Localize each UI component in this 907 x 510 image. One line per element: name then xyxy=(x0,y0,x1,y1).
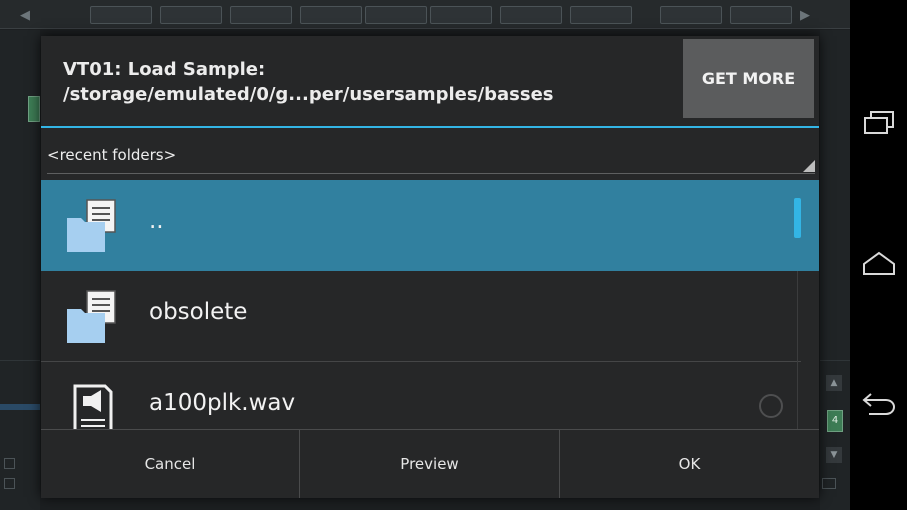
bg-label xyxy=(822,478,836,489)
bg-control xyxy=(365,6,427,24)
bg-control xyxy=(570,6,632,24)
dialog-header: VT01: Load Sample: /storage/emulated/0/g… xyxy=(41,36,819,127)
file-list[interactable]: .. obsolete a100plk.wav xyxy=(41,180,819,429)
recent-folders-label: <recent folders> xyxy=(47,146,177,164)
dropdown-corner-icon xyxy=(803,160,815,172)
bg-up-arrow-icon: ▲ xyxy=(826,375,842,391)
select-radio[interactable] xyxy=(759,394,783,418)
recent-folders-dropdown[interactable]: <recent folders> xyxy=(47,139,815,174)
back-button[interactable] xyxy=(850,374,907,434)
bg-control xyxy=(730,6,792,24)
dialog-title-path: /storage/emulated/0/g...per/usersamples/… xyxy=(63,84,554,105)
ok-button[interactable]: OK xyxy=(560,430,819,498)
bg-control xyxy=(230,6,292,24)
bg-channel-number: 4 xyxy=(827,410,843,432)
scrollbar-thumb[interactable] xyxy=(794,198,801,238)
bg-divider xyxy=(820,360,850,361)
bg-control xyxy=(300,6,362,24)
bg-down-arrow-icon: ▼ xyxy=(826,447,842,463)
folder-icon xyxy=(67,199,116,252)
recent-apps-button[interactable] xyxy=(850,93,907,153)
dialog-title: VT01: Load Sample: /storage/emulated/0/g… xyxy=(63,57,683,107)
audio-file-icon xyxy=(73,384,113,429)
scrollbar-track xyxy=(797,271,798,429)
dialog-title-divider xyxy=(41,126,819,128)
back-icon xyxy=(861,393,895,415)
bg-label xyxy=(4,458,16,469)
list-item-label: a100plk.wav xyxy=(149,390,296,416)
background-toolbar: ◀ ▶ xyxy=(0,0,850,29)
bg-right-arrow-icon: ▶ xyxy=(800,8,810,23)
bg-left-arrow-icon: ◀ xyxy=(20,8,30,23)
android-navigation-bar xyxy=(850,0,907,510)
list-item-folder[interactable]: obsolete xyxy=(41,271,819,362)
home-button[interactable] xyxy=(850,233,907,293)
bg-control xyxy=(90,6,152,24)
bg-control xyxy=(160,6,222,24)
get-more-button[interactable]: GET MORE xyxy=(683,39,814,118)
dialog-button-bar: Cancel Preview OK xyxy=(41,429,819,498)
list-item-parent-folder[interactable]: .. xyxy=(41,180,819,271)
bg-control xyxy=(660,6,722,24)
load-sample-dialog: VT01: Load Sample: /storage/emulated/0/g… xyxy=(41,36,819,498)
bg-slider xyxy=(0,404,40,410)
bg-right-panel xyxy=(820,30,850,510)
list-item-label: obsolete xyxy=(149,299,248,325)
cancel-button[interactable]: Cancel xyxy=(41,430,299,498)
home-icon xyxy=(862,251,895,275)
bg-label xyxy=(4,478,16,489)
dialog-title-line1: VT01: Load Sample: xyxy=(63,59,266,80)
bg-indicator xyxy=(28,96,40,122)
folder-icon xyxy=(67,290,116,343)
preview-button[interactable]: Preview xyxy=(300,430,559,498)
recent-apps-icon xyxy=(863,111,894,134)
bg-control xyxy=(430,6,492,24)
list-item-label: .. xyxy=(149,208,164,234)
bg-control xyxy=(500,6,562,24)
list-item-audio-file[interactable]: a100plk.wav xyxy=(41,362,819,429)
bg-divider xyxy=(0,360,40,361)
